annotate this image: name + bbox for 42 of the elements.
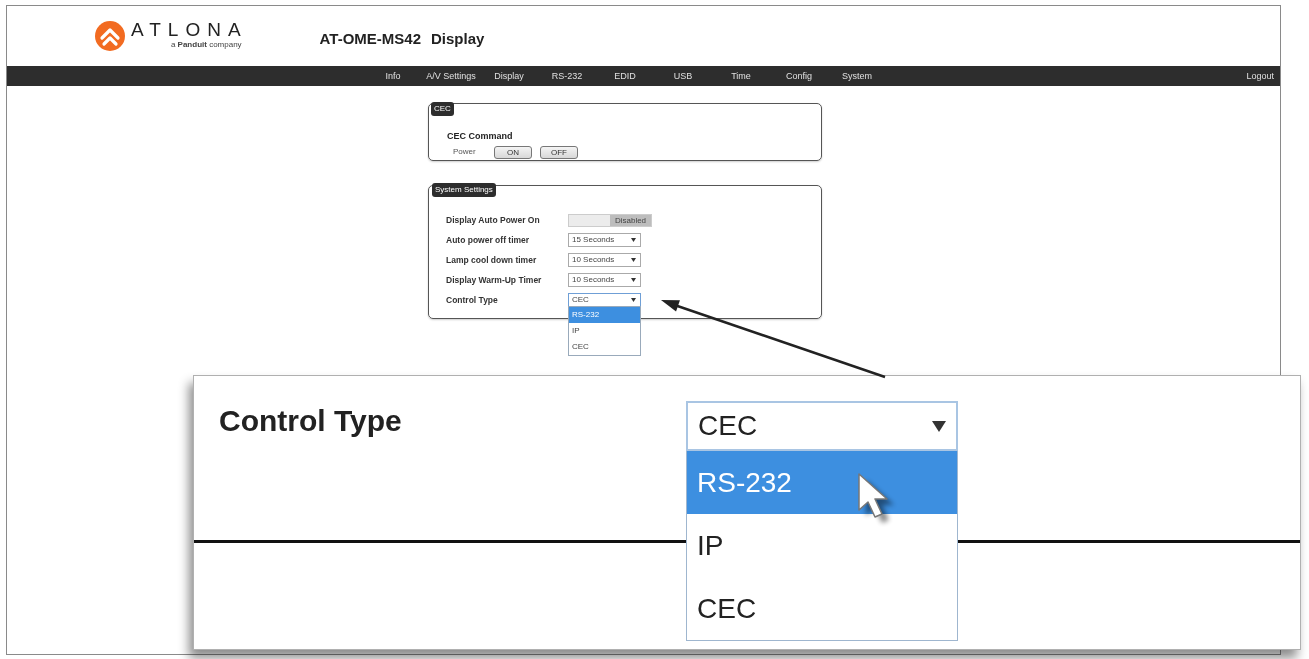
setting-label: Display Warm-Up Timer [446, 273, 543, 287]
section-heading: CEC Command [447, 131, 514, 142]
select-field[interactable]: CEC [686, 401, 958, 451]
dropdown-option[interactable]: CEC [569, 339, 640, 355]
nav-link[interactable]: Config [770, 70, 828, 82]
nav-link[interactable]: EDID [596, 70, 654, 82]
nav-link[interactable]: Info [364, 70, 422, 82]
logout-link[interactable]: Logout [1242, 70, 1278, 82]
select-field[interactable]: 15 Seconds [568, 233, 641, 247]
brand-tagline: a Panduit company [170, 40, 242, 50]
nav-link[interactable]: Display [480, 70, 538, 82]
dropdown-caret-icon [932, 420, 946, 432]
dropdown-caret-icon [631, 258, 636, 262]
select-field[interactable]: 10 Seconds [568, 273, 641, 287]
nav-link[interactable]: Time [712, 70, 770, 82]
dropdown-caret-icon [631, 278, 636, 282]
panel-legend: System Settings [432, 183, 496, 197]
setting-label: Control Type [219, 404, 403, 438]
dropdown-caret-icon [631, 298, 636, 302]
nav-link[interactable]: USB [654, 70, 712, 82]
select-field[interactable]: CEC [568, 293, 641, 307]
panel-legend: CEC [431, 102, 454, 116]
logo-chevron-icon [95, 21, 125, 51]
setting-label: Control Type [446, 293, 499, 307]
power-label: Power [453, 146, 477, 158]
setting-label: Auto power off timer [446, 233, 531, 247]
page-title: Display [431, 28, 485, 49]
brand-wordmark: ATLONA [131, 22, 248, 38]
device-model-title: AT-OME-MS42 [319, 28, 421, 49]
nav-link[interactable]: System [828, 70, 886, 82]
setting-label: Display Auto Power On [446, 213, 541, 227]
setting-label: Lamp cool down timer [446, 253, 538, 267]
dropdown-caret-icon [631, 238, 636, 242]
dropdown-option[interactable]: IP [569, 323, 640, 339]
dropdown-option[interactable]: CEC [687, 577, 957, 640]
dropdown-option[interactable]: IP [687, 514, 957, 577]
power-command-button[interactable]: ON [494, 145, 532, 159]
nav-link[interactable]: A/V Settings [422, 70, 480, 82]
select-field[interactable]: 10 Seconds [568, 253, 641, 267]
power-command-button[interactable]: OFF [540, 145, 578, 159]
nav-link[interactable]: RS-232 [538, 70, 596, 82]
toggle-switch[interactable]: Disabled [568, 213, 652, 227]
